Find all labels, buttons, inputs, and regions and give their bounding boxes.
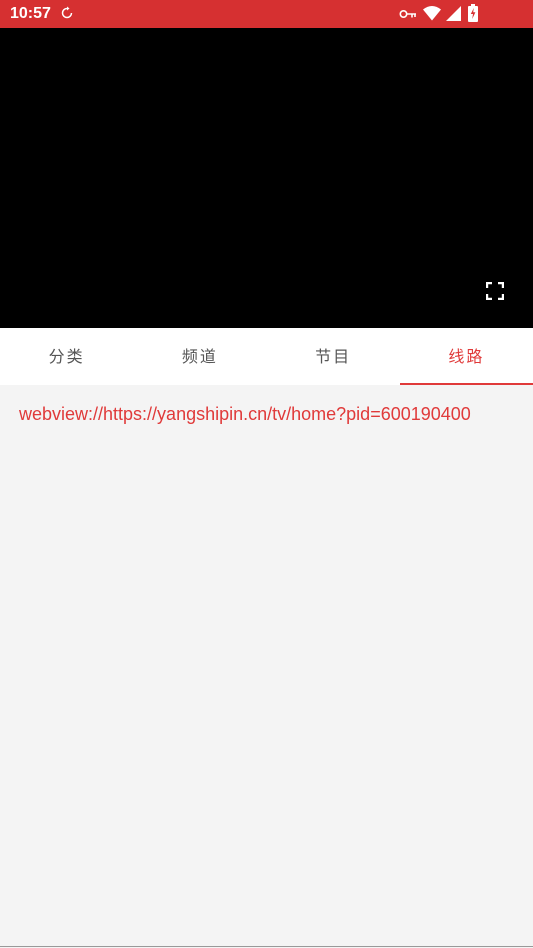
- status-time: 10:57: [10, 5, 51, 22]
- tab-route[interactable]: 线路: [399, 328, 533, 385]
- wifi-icon: [423, 6, 441, 21]
- sync-icon: [61, 6, 73, 19]
- route-list: webview://https://yangshipin.cn/tv/home?…: [0, 385, 533, 947]
- tab-program[interactable]: 节目: [267, 328, 400, 385]
- status-bar: 10:57: [0, 0, 533, 28]
- signal-icon: [446, 6, 461, 21]
- tab-bar: 分类 频道 节目 线路: [0, 328, 533, 385]
- battery-icon: [468, 4, 478, 22]
- route-item[interactable]: webview://https://yangshipin.cn/tv/home?…: [19, 403, 471, 425]
- tab-channel[interactable]: 频道: [133, 328, 266, 385]
- vpn-key-icon: [399, 9, 416, 19]
- video-player[interactable]: [0, 28, 533, 328]
- tab-category[interactable]: 分类: [0, 328, 133, 385]
- divider: [0, 946, 533, 947]
- fullscreen-icon[interactable]: [486, 282, 504, 300]
